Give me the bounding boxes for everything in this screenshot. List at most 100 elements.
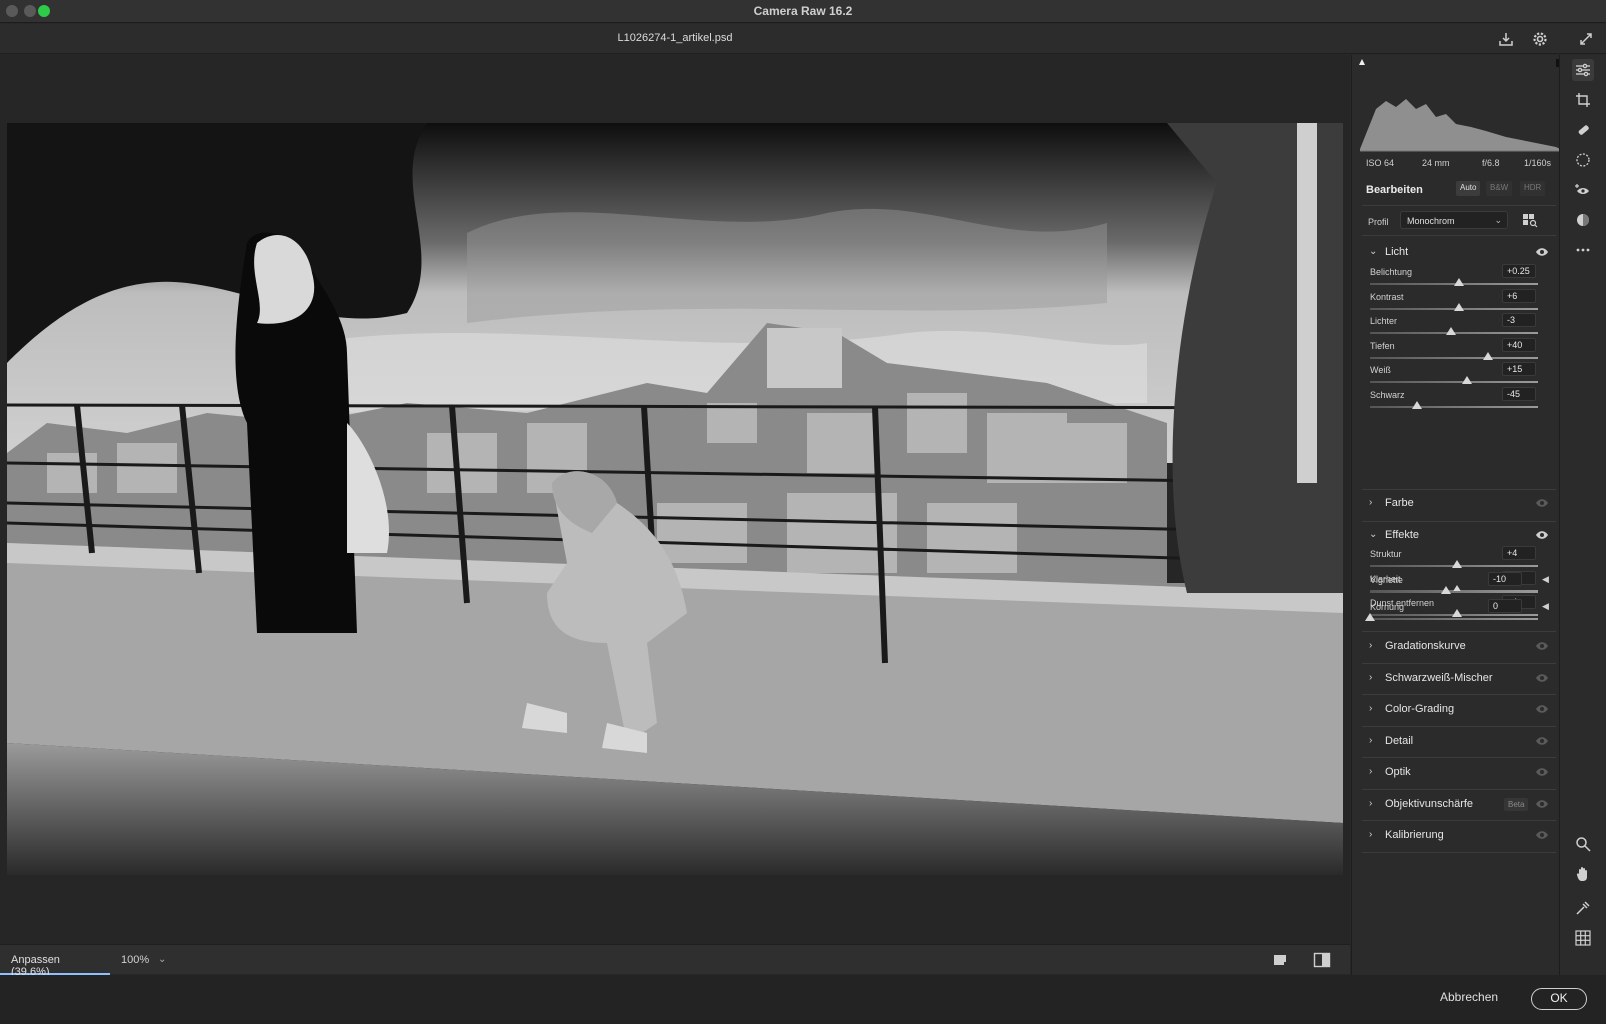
- slider-value-field[interactable]: -45: [1502, 386, 1536, 401]
- slider-track[interactable]: [1370, 351, 1538, 360]
- slider-value-field[interactable]: +6: [1502, 288, 1536, 303]
- document-bar: L1026274-1_artikel.psd: [0, 24, 1606, 54]
- eye-icon[interactable]: [1535, 672, 1549, 684]
- slider-track[interactable]: [1370, 327, 1538, 335]
- eye-icon[interactable]: [1535, 640, 1549, 652]
- slider-track[interactable]: [1370, 400, 1538, 409]
- slider-thumb[interactable]: [1462, 376, 1473, 384]
- group-title: Optik: [1385, 766, 1411, 778]
- red-eye-icon[interactable]: [1572, 179, 1594, 201]
- edit-sliders-icon[interactable]: [1572, 59, 1594, 81]
- zoom-icon[interactable]: [1572, 833, 1594, 855]
- eye-icon[interactable]: [1535, 703, 1549, 715]
- fit-zoom-tab[interactable]: Anpassen (39.6%): [0, 945, 110, 978]
- healing-brush-icon[interactable]: [1572, 119, 1594, 141]
- expand-arrow-icon[interactable]: ◀: [1542, 601, 1549, 612]
- slider-value-field[interactable]: +0.25: [1502, 264, 1536, 278]
- slider-value-field[interactable]: +15: [1502, 362, 1536, 376]
- group-title: Schwarzweiß-Mischer: [1385, 671, 1493, 684]
- slider-value-field[interactable]: -10: [1488, 572, 1522, 586]
- slider-track[interactable]: [1365, 613, 1538, 621]
- hand-icon[interactable]: [1572, 863, 1594, 885]
- exif-iso: ISO 64: [1366, 158, 1395, 168]
- edit-section-title: Bearbeiten: [1366, 184, 1423, 196]
- eye-icon[interactable]: [1535, 529, 1549, 541]
- slider-value-field[interactable]: +40: [1502, 337, 1536, 352]
- group-gradationskurve[interactable]: › Gradationskurve: [1352, 632, 1558, 662]
- profile-select[interactable]: Monochrom ⌄: [1400, 211, 1508, 229]
- grid-icon[interactable]: [1572, 927, 1594, 949]
- slider-label: Kontrast: [1370, 291, 1404, 302]
- slider-thumb[interactable]: [1365, 613, 1375, 621]
- slider-thumb[interactable]: [1452, 560, 1463, 568]
- profile-browser-icon[interactable]: [1522, 212, 1538, 228]
- more-icon[interactable]: [1572, 239, 1594, 261]
- photo-preview[interactable]: [7, 123, 1343, 875]
- color-sampler-icon[interactable]: [1572, 897, 1594, 919]
- slider-value-field[interactable]: +4: [1502, 546, 1536, 560]
- app-title: Camera Raw 16.2: [753, 4, 853, 18]
- group-detail[interactable]: › Detail: [1352, 727, 1558, 757]
- slider-lichter: Lichter -3: [1352, 313, 1558, 340]
- slider-thumb[interactable]: [1482, 351, 1493, 360]
- group-title: Color-Grading: [1385, 703, 1455, 715]
- crop-icon[interactable]: [1572, 89, 1594, 111]
- fullscreen-icon[interactable]: [1576, 29, 1596, 49]
- chevron-right-icon: ›: [1369, 703, 1373, 714]
- histogram[interactable]: [1356, 59, 1566, 159]
- presets-icon[interactable]: [1572, 209, 1594, 231]
- save-icon[interactable]: [1496, 29, 1516, 49]
- slider-value-field[interactable]: -3: [1502, 313, 1536, 327]
- zoom-100-tab[interactable]: 100%: [113, 945, 157, 975]
- eye-icon[interactable]: [1535, 798, 1549, 810]
- chevron-right-icon: ›: [1369, 640, 1373, 651]
- slider-track[interactable]: [1370, 376, 1538, 384]
- image-canvas[interactable]: [0, 55, 1350, 944]
- zoom-dropdown-icon[interactable]: ⌄: [158, 954, 166, 965]
- group-schwarzweiß-mischer[interactable]: › Schwarzweiß-Mischer: [1352, 664, 1558, 694]
- group-farbe[interactable]: › Farbe: [1352, 489, 1558, 519]
- before-after-icon[interactable]: [1313, 952, 1331, 968]
- dialog-footer: Abbrechen OK: [0, 975, 1606, 1024]
- bw-button[interactable]: B&W: [1486, 181, 1513, 196]
- group-optik[interactable]: › Optik: [1352, 758, 1558, 788]
- chevron-right-icon: ›: [1369, 797, 1373, 809]
- expand-arrow-icon[interactable]: ◀: [1542, 574, 1549, 585]
- slider-track[interactable]: [1370, 586, 1538, 594]
- slider-thumb[interactable]: [1454, 302, 1465, 311]
- slider-thumb[interactable]: [1412, 400, 1423, 409]
- slider-value-field[interactable]: 0: [1488, 599, 1522, 613]
- edit-panel: ISO 64 24 mm f/6.8 1/160s Bearbeiten Aut…: [1351, 55, 1566, 975]
- eye-icon[interactable]: [1535, 497, 1549, 509]
- group-color-grading[interactable]: › Color-Grading: [1352, 695, 1558, 725]
- slider-label: Weiß: [1370, 365, 1391, 375]
- slider-label: Lichter: [1370, 316, 1398, 326]
- hdr-button[interactable]: HDR: [1520, 181, 1546, 196]
- slider-label: Struktur: [1370, 549, 1402, 559]
- divider: [1362, 851, 1556, 853]
- gear-icon[interactable]: [1530, 29, 1550, 49]
- single-view-icon[interactable]: [1272, 952, 1290, 968]
- group-title: Kalibrierung: [1385, 829, 1444, 841]
- group-objektivunschärfe[interactable]: › Objektivunschärfe Beta: [1352, 790, 1558, 820]
- slider-track[interactable]: [1370, 560, 1538, 568]
- masking-icon[interactable]: [1572, 149, 1594, 171]
- eye-icon[interactable]: [1535, 246, 1549, 258]
- group-kalibrierung[interactable]: › Kalibrierung: [1352, 821, 1558, 851]
- camera-raw-window: Camera Raw 16.2 L1026274-1_artikel.psd A…: [0, 0, 1606, 1024]
- auto-button[interactable]: Auto: [1456, 181, 1481, 196]
- slider-track[interactable]: [1370, 302, 1538, 311]
- chevron-right-icon: ›: [1369, 829, 1373, 840]
- eye-icon[interactable]: [1535, 735, 1549, 747]
- eye-icon[interactable]: [1535, 829, 1549, 841]
- slider-thumb[interactable]: [1454, 278, 1465, 286]
- slider-tiefen: Tiefen +40: [1352, 337, 1558, 365]
- ok-button[interactable]: OK: [1531, 988, 1587, 1010]
- slider-thumb[interactable]: [1440, 586, 1451, 594]
- eye-icon[interactable]: [1535, 766, 1549, 778]
- group-title: Gradationskurve: [1385, 640, 1466, 652]
- cancel-button[interactable]: Abbrechen: [1440, 990, 1498, 1004]
- slider-thumb[interactable]: [1445, 327, 1456, 335]
- slider-track[interactable]: [1370, 278, 1538, 286]
- slider-label: Belichtung: [1370, 267, 1413, 277]
